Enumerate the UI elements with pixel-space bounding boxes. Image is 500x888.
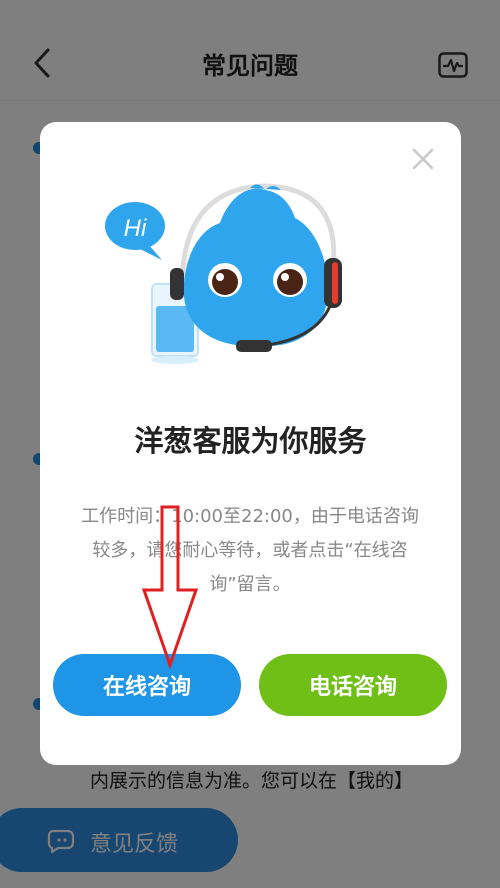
annotation-arrow-icon: [141, 505, 199, 670]
close-icon[interactable]: [410, 146, 436, 172]
dialog-title: 洋葱客服为你服务: [134, 424, 367, 458]
dialog-description: 工作时间：10:00至22:00，由于电话咨询较多，请您耐心等待，或者点击“在线…: [81, 506, 419, 595]
phone-consult-button[interactable]: 电话咨询: [259, 654, 447, 716]
svg-text:Hi: Hi: [124, 215, 147, 242]
speech-bubble-icon: Hi: [105, 202, 165, 260]
mascot-illustration: Hi: [105, 183, 342, 364]
